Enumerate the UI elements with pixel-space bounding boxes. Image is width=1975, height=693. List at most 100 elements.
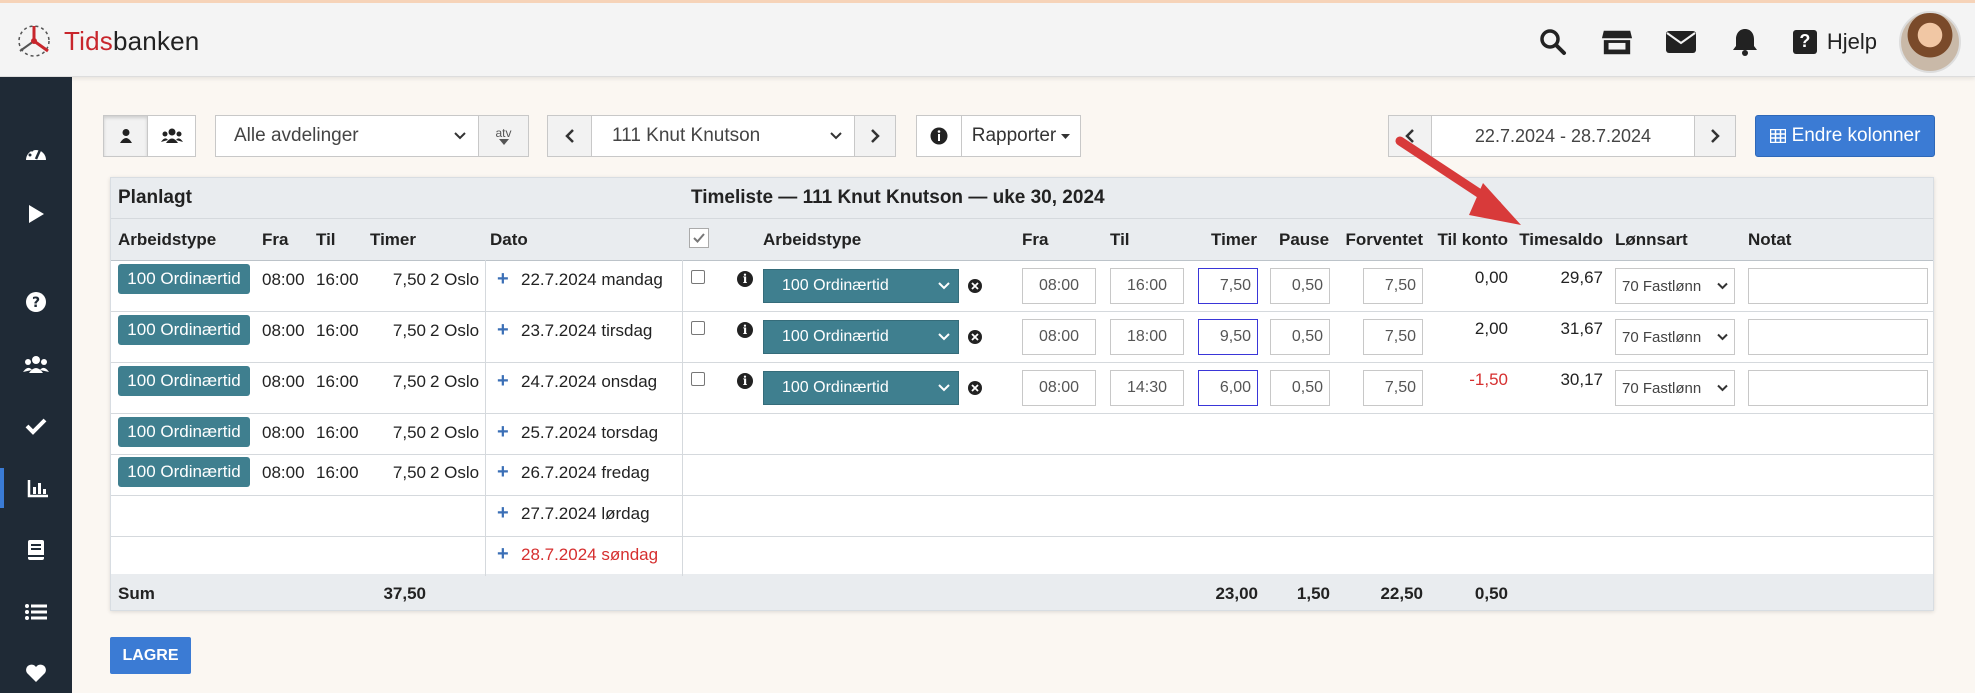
pay-type-value: 70 Fastlønn [1622, 328, 1702, 346]
add-entry-button[interactable]: + [497, 461, 509, 484]
planned-location: 2 Oslo [430, 463, 480, 482]
from-input[interactable]: 08:00 [1022, 370, 1096, 406]
dashboard-icon[interactable] [0, 132, 72, 172]
users-icon[interactable] [0, 344, 72, 384]
work-type-select[interactable]: 100 Ordinærtid [763, 269, 959, 303]
add-entry-button[interactable]: + [497, 543, 509, 566]
play-icon[interactable] [0, 194, 72, 234]
to-input[interactable]: 14:30 [1110, 370, 1184, 406]
divider [111, 495, 1933, 496]
planned-to: 16:00 [316, 270, 359, 289]
help-icon[interactable]: ? [0, 282, 72, 322]
from-input[interactable]: 08:00 [1022, 319, 1096, 355]
store-icon[interactable] [1601, 26, 1633, 58]
sum-hours: 23,00 [1215, 584, 1258, 603]
prev-employee-button[interactable] [547, 115, 592, 157]
chevron-right-icon [1711, 129, 1720, 143]
info-button[interactable] [916, 115, 962, 157]
balance-value: 29,67 [1560, 268, 1603, 287]
bell-icon[interactable] [1729, 26, 1761, 58]
mail-icon[interactable] [1665, 26, 1697, 58]
search-icon[interactable] [1537, 26, 1569, 58]
planned-type-badge[interactable]: 100 Ordinærtid [118, 315, 250, 345]
note-input[interactable] [1748, 268, 1928, 304]
remove-entry-icon[interactable] [968, 279, 982, 293]
col-planned-to: Til [316, 230, 336, 249]
to-input[interactable]: 16:00 [1110, 268, 1184, 304]
reports-dropdown[interactable]: Rapporter [961, 115, 1081, 157]
work-type-select[interactable]: 100 Ordinærtid [763, 320, 959, 354]
hours-input[interactable]: 7,50 [1198, 268, 1258, 304]
single-person-button[interactable] [103, 115, 148, 157]
add-entry-button[interactable]: + [497, 370, 509, 393]
divider [111, 218, 1933, 219]
save-button[interactable]: LAGRE [110, 637, 191, 674]
group-button[interactable] [147, 115, 196, 157]
select-all-checkbox[interactable] [689, 228, 709, 248]
book-icon[interactable] [0, 530, 72, 570]
next-week-button[interactable] [1694, 115, 1736, 157]
planned-type-badge[interactable]: 100 Ordinærtid [118, 417, 250, 447]
divider [111, 260, 1933, 261]
chevron-down-icon [830, 132, 842, 140]
work-type-select[interactable]: 100 Ordinærtid [763, 371, 959, 405]
timesheet-title: Timeliste — 111 Knut Knutson — uke 30, 2… [691, 187, 1105, 208]
pause-input[interactable]: 0,50 [1270, 268, 1330, 304]
list-icon[interactable] [0, 592, 72, 632]
pay-type-value: 70 Fastlønn [1622, 277, 1702, 295]
pause-input[interactable]: 0,50 [1270, 319, 1330, 355]
pause-input[interactable]: 0,50 [1270, 370, 1330, 406]
note-input[interactable] [1748, 370, 1928, 406]
planned-type-badge[interactable]: 100 Ordinærtid [118, 457, 250, 487]
col-note: Notat [1748, 230, 1792, 249]
change-columns-button[interactable]: Endre kolonner [1755, 115, 1935, 157]
row-checkbox[interactable] [691, 372, 705, 386]
planned-location: 2 Oslo [430, 372, 480, 391]
remove-entry-icon[interactable] [968, 381, 982, 395]
note-input[interactable] [1748, 319, 1928, 355]
help-link[interactable]: ? Hjelp [1792, 29, 1877, 55]
check-icon[interactable] [0, 406, 72, 446]
expected-input[interactable]: 7,50 [1363, 268, 1423, 304]
planned-type-badge[interactable]: 100 Ordinærtid [118, 366, 250, 396]
pay-type-select[interactable]: 70 Fastlønn [1615, 268, 1735, 304]
brand-logo[interactable]: Tidsbanken [14, 21, 199, 61]
col-pause: Pause [1279, 230, 1330, 249]
change-columns-label: Endre kolonner [1791, 125, 1921, 146]
day-label: 23.7.2024 tirsdag [521, 321, 653, 340]
planned-from: 08:00 [262, 372, 305, 391]
chevron-down-icon [1717, 384, 1728, 392]
department-select[interactable]: Alle avdelinger [215, 115, 479, 157]
heart-icon[interactable] [0, 653, 72, 693]
from-input[interactable]: 08:00 [1022, 268, 1096, 304]
add-entry-button[interactable]: + [497, 319, 509, 342]
reports-label: Rapporter [971, 125, 1057, 146]
remove-entry-icon[interactable] [968, 330, 982, 344]
expected-input[interactable]: 7,50 [1363, 319, 1423, 355]
chart-icon[interactable] [0, 468, 72, 508]
planned-hours: 7,50 [392, 463, 426, 482]
expected-input[interactable]: 7,50 [1363, 370, 1423, 406]
employee-select[interactable]: 111 Knut Knutson [591, 115, 855, 157]
col-hours: Timer [1211, 230, 1257, 249]
row-checkbox[interactable] [691, 270, 705, 284]
to-input[interactable]: 18:00 [1110, 319, 1184, 355]
planned-type-badge[interactable]: 100 Ordinærtid [118, 264, 250, 294]
info-icon[interactable]: i [737, 373, 753, 389]
avatar[interactable] [1899, 10, 1961, 73]
chevron-down-icon [1717, 282, 1728, 290]
add-entry-button[interactable]: + [497, 421, 509, 444]
next-employee-button[interactable] [854, 115, 896, 157]
hours-input[interactable]: 9,50 [1198, 319, 1258, 355]
info-icon[interactable]: i [737, 322, 753, 338]
info-icon[interactable]: i [737, 271, 753, 287]
pay-type-select[interactable]: 70 Fastlønn [1615, 370, 1735, 406]
row-checkbox[interactable] [691, 321, 705, 335]
add-entry-button[interactable]: + [497, 502, 509, 525]
add-entry-button[interactable]: + [497, 268, 509, 291]
sum-pause: 1,50 [1296, 584, 1330, 603]
hours-input[interactable]: 6,00 [1198, 370, 1258, 406]
pay-type-select[interactable]: 70 Fastlønn [1615, 319, 1735, 355]
day-label: 25.7.2024 torsdag [521, 423, 659, 442]
atv-button[interactable]: atv [478, 115, 529, 157]
